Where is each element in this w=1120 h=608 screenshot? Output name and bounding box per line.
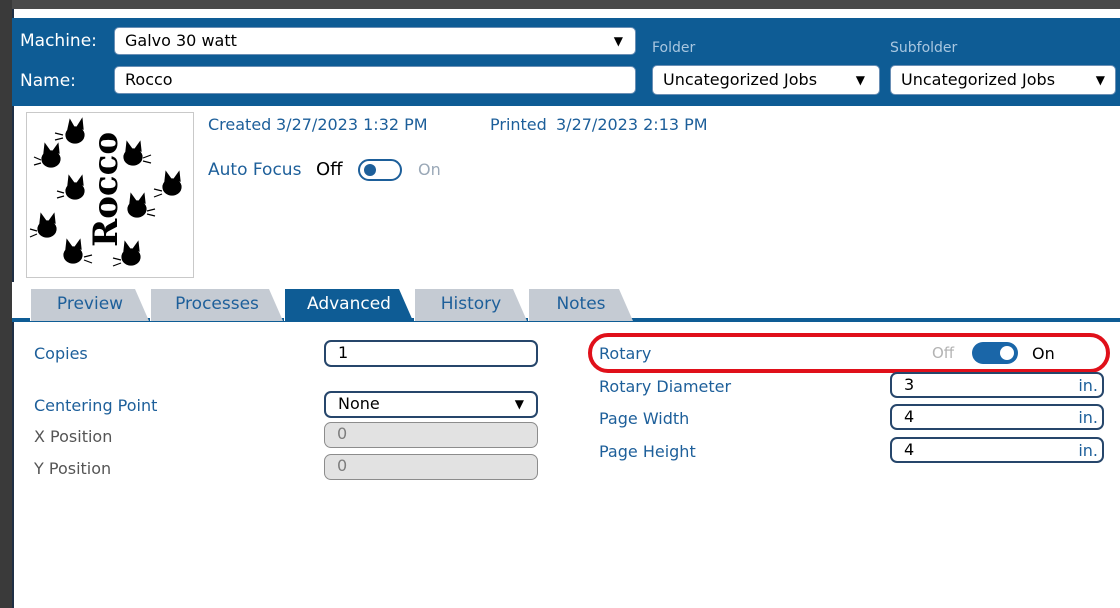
rotary-on-label: On — [1032, 344, 1055, 363]
y-position-value: 0 — [337, 456, 348, 475]
autofocus-label: Auto Focus — [208, 160, 302, 180]
folder-label: Folder — [652, 40, 696, 56]
rotary-off-label: Off — [932, 344, 955, 362]
page-height-input[interactable]: 4 in. — [890, 437, 1104, 463]
x-position-input[interactable]: 0 — [324, 422, 538, 448]
page-height-value: 4 — [904, 440, 915, 459]
cat-head-icon — [153, 170, 182, 198]
folder-select[interactable]: Uncategorized Jobs ▼ — [652, 65, 880, 95]
rotary-diameter-input[interactable]: 3 in. — [890, 372, 1104, 398]
autofocus-off-label: Off — [316, 159, 343, 180]
tab-processes[interactable]: Processes — [150, 289, 283, 321]
subfolder-label: Subfolder — [890, 40, 958, 56]
cat-head-icon — [56, 174, 85, 200]
chevron-down-icon: ▼ — [1095, 73, 1105, 87]
created-value: 3/27/2023 1:32 PM — [276, 115, 428, 134]
window-frame-left — [0, 0, 12, 608]
cat-head-icon — [127, 192, 156, 218]
copies-input[interactable]: 1 — [324, 340, 538, 367]
cat-head-icon — [33, 142, 61, 168]
page-width-label: Page Width — [599, 409, 690, 428]
subfolder-select[interactable]: Uncategorized Jobs ▼ — [890, 65, 1116, 95]
folder-select-value: Uncategorized Jobs — [663, 70, 818, 89]
x-position-value: 0 — [337, 424, 348, 443]
cat-head-icon — [54, 117, 85, 144]
cat-design-image: Rocco — [29, 117, 182, 267]
y-position-input[interactable]: 0 — [324, 454, 538, 480]
chevron-down-icon: ▼ — [613, 34, 623, 48]
thumbnail-text: Rocco — [86, 132, 126, 247]
machine-select[interactable]: Galvo 30 watt ▼ — [114, 27, 636, 55]
toggle-knob — [364, 164, 376, 176]
unit-label: in. — [1078, 408, 1098, 427]
tab-preview[interactable]: Preview — [30, 289, 149, 321]
rotary-label: Rotary — [599, 344, 652, 363]
job-thumbnail[interactable]: Rocco — [26, 112, 194, 278]
rotary-diameter-value: 3 — [904, 375, 915, 394]
page-width-value: 4 — [904, 407, 915, 426]
name-input[interactable]: Rocco — [114, 66, 636, 94]
centering-point-value: None — [338, 394, 380, 413]
name-label: Name: — [20, 71, 76, 91]
rotary-diameter-label: Rotary Diameter — [599, 377, 732, 396]
autofocus-toggle[interactable] — [358, 159, 402, 181]
name-input-value: Rocco — [125, 70, 173, 89]
toggle-knob — [1000, 346, 1014, 360]
unit-label: in. — [1078, 441, 1098, 460]
printed-label: Printed — [490, 115, 547, 134]
centering-point-label: Centering Point — [34, 396, 158, 415]
autofocus-on-label: On — [418, 160, 441, 179]
copies-label: Copies — [34, 344, 88, 363]
chevron-down-icon: ▼ — [855, 73, 865, 87]
unit-label: in. — [1078, 376, 1098, 395]
centering-point-select[interactable]: None ▼ — [324, 391, 538, 418]
cat-head-icon — [123, 140, 152, 166]
copies-input-value: 1 — [338, 343, 349, 362]
chevron-down-icon: ▼ — [514, 397, 524, 411]
machine-select-value: Galvo 30 watt — [125, 31, 237, 50]
machine-label: Machine: — [20, 31, 97, 51]
window-frame-top — [0, 0, 1120, 9]
tab-notes[interactable]: Notes — [528, 289, 633, 321]
x-position-label: X Position — [34, 427, 113, 446]
page-width-input[interactable]: 4 in. — [890, 404, 1104, 430]
page-height-label: Page Height — [599, 442, 696, 461]
tab-history[interactable]: History — [414, 289, 527, 321]
cat-head-icon — [29, 212, 57, 238]
rotary-toggle[interactable] — [972, 342, 1018, 364]
subfolder-select-value: Uncategorized Jobs — [901, 70, 1056, 89]
y-position-label: Y Position — [34, 459, 112, 478]
created-label: Created — [208, 115, 272, 134]
printed-value: 3/27/2023 2:13 PM — [556, 115, 708, 134]
tab-advanced[interactable]: Advanced — [284, 289, 413, 321]
